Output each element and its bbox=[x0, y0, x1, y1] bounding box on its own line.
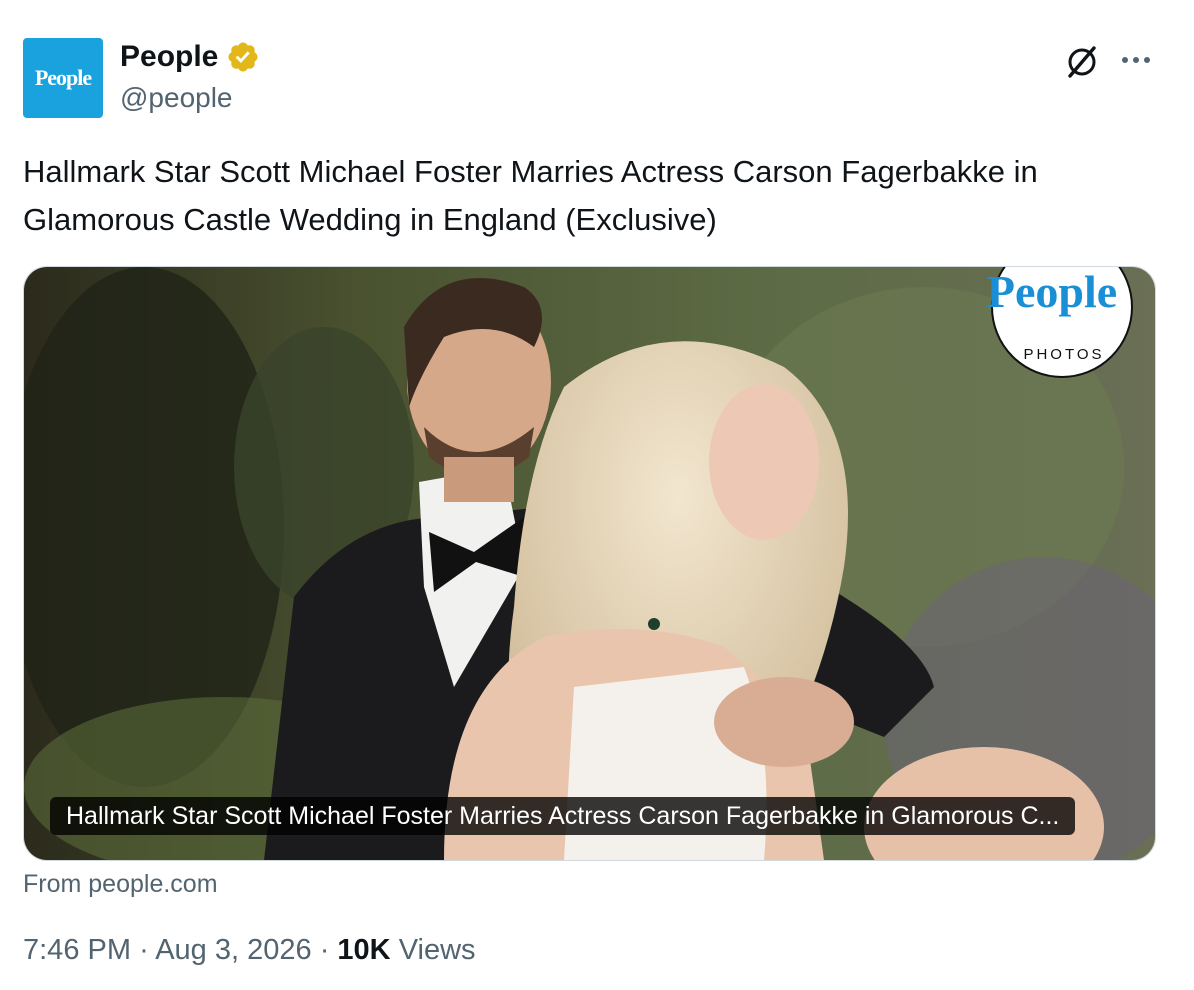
views-count: 10K bbox=[337, 934, 391, 966]
wedding-photo: People PHOTOS bbox=[24, 267, 1155, 860]
verified-badge-icon bbox=[228, 42, 258, 72]
badge-logo-text: People bbox=[987, 267, 1117, 317]
tweet-time[interactable]: 7:46 PM bbox=[23, 934, 131, 966]
author-name-row: People bbox=[120, 40, 260, 74]
badge-sub-text: PHOTOS bbox=[1023, 346, 1104, 363]
more-dots-glyph bbox=[1122, 57, 1150, 63]
meta-separator: · bbox=[139, 934, 149, 966]
more-dots-icon[interactable] bbox=[1116, 40, 1156, 80]
meta-separator: · bbox=[319, 934, 330, 966]
author-handle[interactable]: @people bbox=[120, 82, 233, 114]
views-label: Views bbox=[398, 934, 476, 966]
tweet-date[interactable]: Aug 3, 2026 bbox=[155, 934, 311, 966]
avatar[interactable]: People bbox=[23, 38, 103, 118]
card-caption: Hallmark Star Scott Michael Foster Marri… bbox=[50, 797, 1076, 835]
grok-icon[interactable] bbox=[1062, 42, 1102, 82]
display-name[interactable]: People bbox=[120, 40, 218, 74]
tweet-text: Hallmark Star Scott Michael Foster Marri… bbox=[23, 154, 1038, 237]
link-card[interactable]: People PHOTOS Hallmark Star Scott Michae… bbox=[23, 266, 1156, 861]
card-source[interactable]: From people.com bbox=[23, 870, 218, 899]
avatar-logo-text: People bbox=[34, 65, 92, 90]
tweet-meta: 7:46 PM · Aug 3, 2026 · 10K Views bbox=[23, 934, 476, 967]
